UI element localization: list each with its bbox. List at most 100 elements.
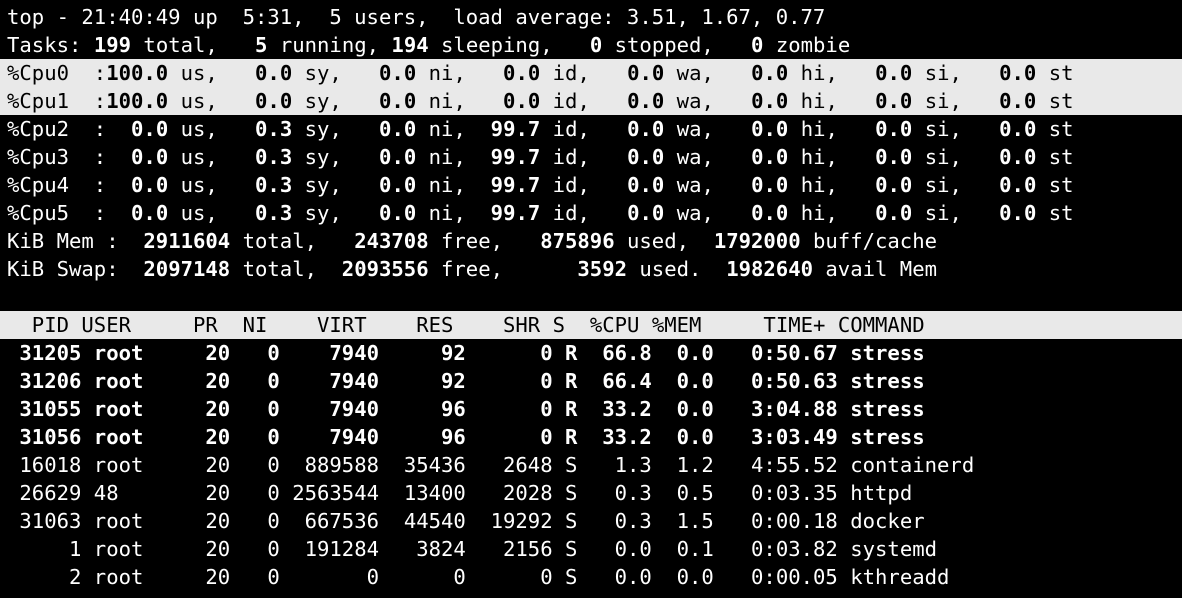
cpu-ni-value: 0.0 (379, 89, 417, 113)
shr-cell: 0 (465, 565, 553, 589)
pid-cell: 2 (7, 565, 82, 589)
ni-cell: 0 (230, 509, 280, 533)
cpu-cell: 1.3 (577, 453, 652, 477)
user-cell: root (81, 537, 193, 561)
cpu-cell: 0.3 (577, 509, 652, 533)
cpu-row: %Cpu0 :100.0 us, 0.0 sy, 0.0 ni, 0.0 id,… (0, 59, 1182, 87)
virt-cell: 191284 (279, 537, 380, 561)
process-row[interactable]: 31206 root 20 0 7940 92 0 R 66.4 0.0 0:5… (7, 367, 1182, 395)
pid-cell: 16018 (7, 453, 82, 477)
tasks-line: Tasks: 199 total, 5 running, 194 sleepin… (7, 33, 851, 57)
command-cell: containerd (837, 453, 975, 477)
cpu-sy-value: 0.3 (255, 173, 293, 197)
mem-cell: 0.0 (651, 341, 714, 365)
shr-cell: 2156 (465, 537, 553, 561)
cpu-si-value: 0.0 (875, 173, 913, 197)
cpu-id-value: 99.7 (490, 173, 541, 197)
cpu-sy-value: 0.3 (255, 145, 293, 169)
virt-cell: 7940 (279, 369, 380, 393)
ni-cell: 0 (230, 565, 280, 589)
ni-cell: 0 (230, 425, 280, 449)
cpu-name: %Cpu3 (7, 145, 69, 169)
time-cell: 0:00.05 (713, 565, 838, 589)
time-cell: 3:04.88 (713, 397, 838, 421)
process-row[interactable]: 2 root 20 0 0 0 0 S 0.0 0.0 0:00.05 kthr… (7, 563, 1182, 591)
cpu-cell: 0.3 (577, 481, 652, 505)
ni-cell: 0 (230, 537, 280, 561)
process-row[interactable]: 16018 root 20 0 889588 35436 2648 S 1.3 … (7, 451, 1182, 479)
mem-label: KiB Mem : (7, 229, 119, 253)
cpu-id-value: 0.0 (503, 89, 541, 113)
cpu-si-value: 0.0 (875, 145, 913, 169)
process-row[interactable]: 31056 root 20 0 7940 96 0 R 33.2 0.0 3:0… (7, 423, 1182, 451)
cpu-wa-value: 0.0 (627, 145, 665, 169)
pr-cell: 20 (193, 369, 231, 393)
time-cell: 0:03.35 (713, 481, 838, 505)
cpu-name: %Cpu0 (7, 61, 69, 85)
command-cell: systemd (837, 537, 938, 561)
mem-cell: 0.0 (651, 369, 714, 393)
column-header-pid: PID (7, 313, 69, 337)
cpu-wa-value: 0.0 (627, 201, 665, 225)
user-cell: root (81, 509, 193, 533)
virt-cell: 7940 (279, 341, 380, 365)
cpu-name: %Cpu4 (7, 173, 69, 197)
virt-cell: 7940 (279, 425, 380, 449)
process-row[interactable]: 31205 root 20 0 7940 92 0 R 66.8 0.0 0:5… (7, 339, 1182, 367)
cpu-hi-value: 0.0 (751, 145, 789, 169)
shr-cell: 0 (465, 369, 553, 393)
cpu-hi-value: 0.0 (751, 201, 789, 225)
mem-cell: 0.0 (651, 397, 714, 421)
cpu-wa-value: 0.0 (627, 61, 665, 85)
command-cell: stress (837, 369, 925, 393)
process-row[interactable]: 26629 48 20 0 2563544 13400 2028 S 0.3 0… (7, 479, 1182, 507)
cpu-cell: 33.2 (577, 397, 652, 421)
state-cell: S (552, 453, 578, 477)
pr-cell: 20 (193, 509, 231, 533)
cpu-st-value: 0.0 (999, 173, 1037, 197)
res-cell: 92 (379, 341, 466, 365)
shr-cell: 0 (465, 397, 553, 421)
swap-avail: 1982640 (726, 257, 813, 281)
cpu-wa-value: 0.0 (627, 117, 665, 141)
virt-cell: 889588 (279, 453, 380, 477)
mem-buff-cache: 1792000 (713, 229, 801, 253)
column-header-res: RES (366, 313, 454, 337)
process-row[interactable]: 31055 root 20 0 7940 96 0 R 33.2 0.0 3:0… (7, 395, 1182, 423)
column-header-time: TIME+ (701, 313, 826, 337)
cpu-st-value: 0.0 (999, 61, 1037, 85)
state-cell: S (552, 537, 578, 561)
cpu-wa-value: 0.0 (627, 89, 665, 113)
command-cell: httpd (837, 481, 913, 505)
mem-used: 875896 (540, 229, 615, 253)
uptime-line: top - 21:40:49 up 5:31, 5 users, load av… (7, 5, 826, 29)
terminal-window[interactable]: top - 21:40:49 up 5:31, 5 users, load av… (0, 0, 1182, 598)
cpu-hi-value: 0.0 (751, 173, 789, 197)
mem-cell: 0.0 (651, 565, 714, 589)
cpu-st-value: 0.0 (999, 89, 1037, 113)
mem-cell: 0.1 (651, 537, 714, 561)
cpu-si-value: 0.0 (875, 89, 913, 113)
tasks-zombie: 0 (751, 33, 764, 57)
shr-cell: 0 (465, 341, 553, 365)
cpu-row: %Cpu2 : 0.0 us, 0.3 sy, 0.0 ni, 99.7 id,… (7, 117, 1074, 141)
cpu-ni-value: 0.0 (379, 117, 417, 141)
cpu-name: %Cpu5 (7, 201, 69, 225)
ni-cell: 0 (230, 397, 280, 421)
swap-label: KiB Swap: (7, 257, 119, 281)
pr-cell: 20 (193, 397, 231, 421)
shr-cell: 2648 (465, 453, 553, 477)
res-cell: 13400 (379, 481, 466, 505)
state-cell: S (552, 481, 578, 505)
virt-cell: 0 (279, 565, 380, 589)
ni-cell: 0 (230, 481, 280, 505)
swap-used: 3592 (577, 257, 627, 281)
process-row[interactable]: 1 root 20 0 191284 3824 2156 S 0.0 0.1 0… (7, 535, 1182, 563)
cpu-us-value: 0.0 (131, 201, 169, 225)
mem-cell: 1.2 (651, 453, 714, 477)
cpu-cell: 66.8 (577, 341, 652, 365)
process-row[interactable]: 31063 root 20 0 667536 44540 19292 S 0.3… (7, 507, 1182, 535)
pid-cell: 26629 (7, 481, 82, 505)
res-cell: 0 (379, 565, 466, 589)
shr-cell: 19292 (465, 509, 553, 533)
